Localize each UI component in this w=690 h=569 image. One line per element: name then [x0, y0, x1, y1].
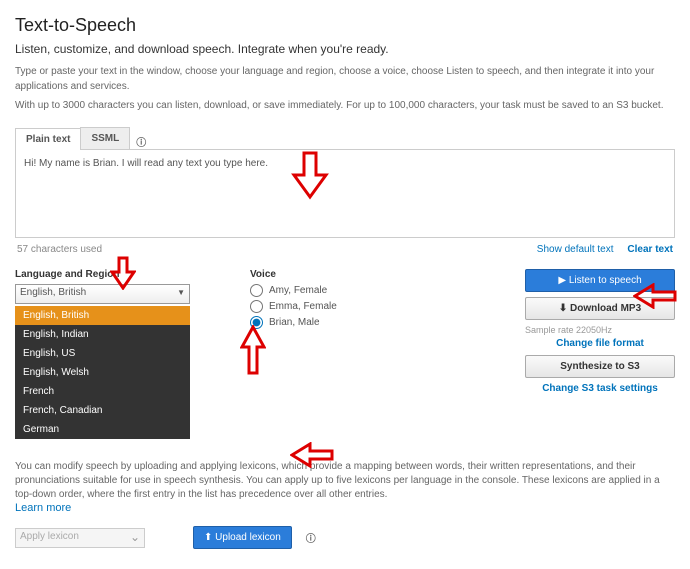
apply-lexicon-select[interactable]: Apply lexicon — [15, 528, 145, 548]
download-icon: ⬇ — [559, 303, 567, 314]
synthesize-to-s3-button[interactable]: Synthesize to S3 — [525, 355, 675, 378]
language-region-label: Language and Region — [15, 269, 190, 280]
tab-plain-text[interactable]: Plain text — [15, 128, 81, 150]
voice-radio[interactable] — [250, 284, 263, 297]
dropdown-option[interactable]: German — [15, 420, 190, 439]
annotation-arrow-icon — [633, 283, 677, 309]
page-desc-1: Type or paste your text in the window, c… — [15, 64, 675, 94]
voice-option-label: Emma, Female — [269, 301, 337, 312]
clear-text-link[interactable]: Clear text — [627, 244, 673, 255]
text-input[interactable] — [24, 158, 666, 226]
voice-option-label: Brian, Male — [269, 317, 320, 328]
annotation-arrow-icon — [290, 150, 330, 200]
info-icon[interactable]: ⓘ — [306, 530, 316, 545]
sample-rate-text: Sample rate 22050Hz — [525, 325, 675, 335]
dropdown-option[interactable]: French, Canadian — [15, 401, 190, 420]
dropdown-option[interactable]: English, Welsh — [15, 363, 190, 382]
dropdown-option[interactable]: English, Indian — [15, 325, 190, 344]
dropdown-option[interactable]: English, British — [15, 306, 190, 325]
info-icon[interactable]: ⓘ — [136, 134, 146, 149]
voice-option[interactable]: Brian, Male — [250, 316, 390, 329]
voice-radio[interactable] — [250, 300, 263, 313]
page-desc-2: With up to 3000 characters you can liste… — [15, 98, 675, 113]
dropdown-option[interactable]: French — [15, 382, 190, 401]
tab-ssml[interactable]: SSML — [80, 127, 130, 149]
voice-option[interactable]: Emma, Female — [250, 300, 390, 313]
lexicon-description: You can modify speech by uploading and a… — [15, 460, 675, 502]
play-icon: ▶ — [558, 275, 566, 286]
learn-more-link[interactable]: Learn more — [15, 502, 71, 514]
upload-lexicon-button[interactable]: ⬆ Upload lexicon — [193, 526, 292, 549]
language-region-select[interactable]: English, British — [15, 284, 190, 304]
annotation-arrow-icon — [240, 325, 266, 375]
change-file-format-link[interactable]: Change file format — [556, 338, 644, 349]
char-count: 57 characters used — [17, 244, 102, 255]
annotation-arrow-icon — [110, 256, 136, 290]
upload-icon: ⬆ — [204, 532, 212, 543]
annotation-arrow-icon — [290, 442, 334, 468]
voice-option-label: Amy, Female — [269, 285, 327, 296]
change-s3-settings-link[interactable]: Change S3 task settings — [542, 383, 658, 394]
show-default-text-link[interactable]: Show default text — [537, 244, 614, 255]
page-subtitle: Listen, customize, and download speech. … — [15, 42, 675, 56]
voice-option[interactable]: Amy, Female — [250, 284, 390, 297]
voice-label: Voice — [250, 269, 390, 280]
language-region-dropdown: English, British English, Indian English… — [15, 306, 190, 439]
page-title: Text-to-Speech — [15, 15, 675, 36]
dropdown-option[interactable]: English, US — [15, 344, 190, 363]
